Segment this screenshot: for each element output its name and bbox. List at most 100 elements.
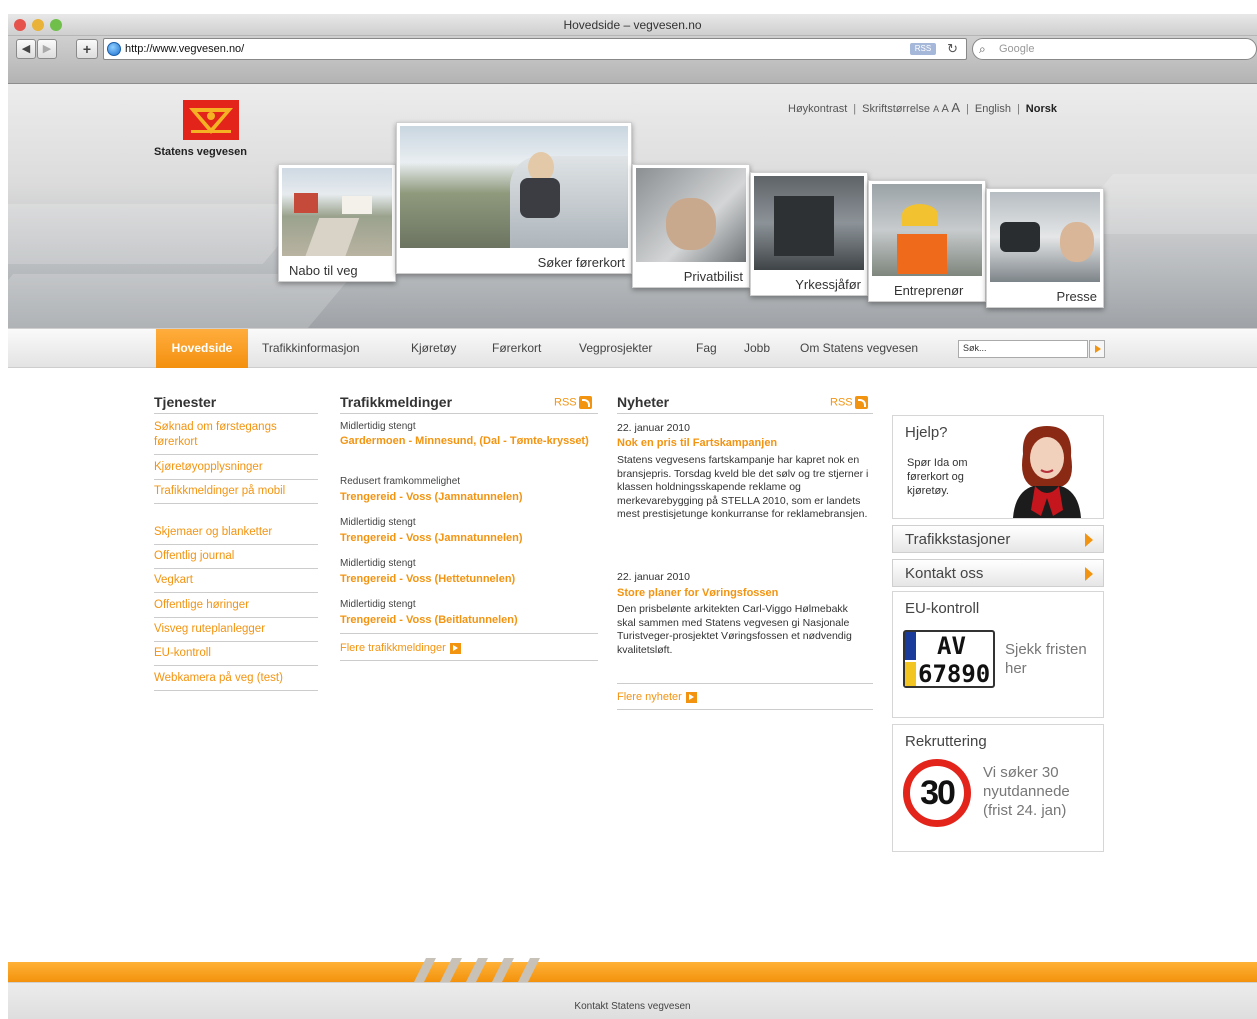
- service-link[interactable]: Visveg ruteplanlegger: [154, 622, 318, 642]
- traffic-status: Redusert framkommelighet: [340, 476, 461, 487]
- divider: [340, 660, 598, 661]
- nyheter-rss-link[interactable]: RSS: [830, 396, 868, 409]
- rekruttering-text: Vi søker 30 nyutdannede (frist 24. jan): [983, 764, 1070, 819]
- web-page: Statens vegvesen Høykontrast | Skriftstørr…: [8, 84, 1257, 1019]
- service-link[interactable]: Webkamera på veg (test): [154, 671, 318, 691]
- hero-caption: Privatbilist: [683, 269, 743, 284]
- news-body: Statens vegvesens fartskampanje har kapr…: [617, 454, 869, 520]
- reload-icon[interactable]: ↻: [947, 41, 958, 57]
- hero-tile-presse[interactable]: Presse: [986, 188, 1104, 308]
- plate-bottom-text: 67890: [918, 660, 991, 688]
- plate-sticker-icon: [905, 662, 916, 686]
- news-date: 22. januar 2010: [617, 422, 690, 434]
- hero-caption: Søker førerkort: [537, 255, 625, 270]
- nav-jobb[interactable]: Jobb: [744, 329, 770, 368]
- trafikkstasjoner-button[interactable]: Trafikkstasjoner: [892, 525, 1104, 553]
- nav-kjoretoy[interactable]: Kjøretøy: [411, 329, 456, 368]
- service-link[interactable]: Offentlige høringer: [154, 598, 318, 618]
- font-size-medium[interactable]: A: [942, 103, 949, 115]
- hero-tile-entreprenor[interactable]: Entreprenør: [868, 180, 986, 302]
- divider: [340, 633, 598, 634]
- hero-tile-forerkort[interactable]: Søker førerkort: [396, 122, 632, 274]
- rss-label: RSS: [554, 396, 577, 409]
- traffic-status: Midlertidig stengt: [340, 599, 416, 610]
- service-link[interactable]: EU-kontroll: [154, 646, 318, 666]
- eu-kontroll-text: Sjekk fristen her: [1005, 641, 1087, 677]
- hjelp-text: Spør Ida om førerkort og kjøretøy.: [907, 457, 968, 497]
- top-links: Høykontrast | Skriftstørrelse A A A | Englis…: [788, 100, 1057, 115]
- divider: [617, 683, 873, 684]
- hjelp-box[interactable]: Hjelp? Spør Ida om førerkort og kjøretøy…: [892, 415, 1104, 519]
- nyheter-heading: Nyheter: [617, 394, 670, 410]
- nav-vegprosjekter[interactable]: Vegprosjekter: [579, 329, 652, 368]
- hero-caption: Entreprenør: [894, 283, 964, 298]
- hero-caption: Yrkessjåfør: [795, 277, 861, 292]
- eu-kontroll-box[interactable]: EU-kontroll AV 67890 Sjekk fristen her: [892, 591, 1104, 718]
- traffic-link[interactable]: Trengereid - Voss (Jamnatunnelen): [340, 490, 590, 505]
- url-text: http://www.vegvesen.no/: [125, 43, 245, 55]
- back-arrow-icon: ◀: [21, 43, 31, 55]
- service-link[interactable]: Vegkart: [154, 573, 318, 593]
- statens-vegvesen-logo[interactable]: [183, 100, 239, 140]
- service-link[interactable]: Offentlig journal: [154, 549, 318, 569]
- font-size-small[interactable]: A: [933, 104, 939, 114]
- site-search-button[interactable]: [1089, 340, 1105, 358]
- hero-tile-nabo[interactable]: Nabo til veg: [278, 164, 396, 282]
- truck-photo: [754, 176, 864, 270]
- traffic-link[interactable]: Trengereid - Voss (Beitlatunnelen): [340, 613, 590, 628]
- high-contrast-link[interactable]: Høykontrast: [788, 103, 847, 115]
- eu-kontroll-title: EU-kontroll: [905, 600, 980, 617]
- more-news-label: Flere nyheter: [617, 691, 682, 703]
- footer: Kontakt Statens vegvesen: [8, 982, 1257, 1019]
- car-driver-photo: [636, 168, 746, 262]
- kontakt-oss-button[interactable]: Kontakt oss: [892, 559, 1104, 587]
- address-bar[interactable]: http://www.vegvesen.no/ RSS ↻: [103, 38, 967, 60]
- decor-stripe: [8, 204, 314, 264]
- nav-om-statens-vegvesen[interactable]: Om Statens vegvesen: [800, 329, 918, 368]
- eu-flag-icon: [905, 632, 916, 660]
- browser-search-placeholder: Google: [999, 43, 1035, 55]
- road-marking-decoration: [414, 958, 540, 982]
- news-title[interactable]: Nok en pris til Fartskampanjen: [617, 437, 777, 449]
- arrow-right-icon: [449, 642, 461, 654]
- traffic-link[interactable]: Gardermoen - Minnesund, (Dal - Tømte-kry…: [340, 434, 590, 449]
- service-link[interactable]: Søknad om førstegangs førerkort: [154, 420, 318, 455]
- nav-fag[interactable]: Fag: [696, 329, 717, 368]
- rss-label: RSS: [830, 396, 853, 409]
- divider: [340, 413, 598, 414]
- traffic-link[interactable]: Trengereid - Voss (Hettetunnelen): [340, 572, 590, 587]
- tjenester-heading: Tjenester: [154, 394, 217, 410]
- main-navigation: Hovedside Trafikkinformasjon Kjøretøy Fø…: [8, 328, 1257, 368]
- trafikkmeldinger-heading: Trafikkmeldinger: [340, 394, 453, 410]
- font-size-large[interactable]: A: [951, 100, 960, 115]
- forward-button[interactable]: ▶: [37, 39, 57, 59]
- service-link[interactable]: Skjemaer og blanketter: [154, 525, 318, 545]
- hero-tile-privatbilist[interactable]: Privatbilist: [632, 164, 750, 288]
- footer-contact-link[interactable]: Kontakt Statens vegvesen: [574, 1001, 690, 1012]
- nav-hovedside[interactable]: Hovedside: [156, 329, 248, 368]
- traffic-status: Midlertidig stengt: [340, 558, 416, 569]
- nav-forerkort[interactable]: Førerkort: [492, 329, 541, 368]
- more-news-link[interactable]: Flere nyheter: [617, 691, 697, 703]
- back-button[interactable]: ◀: [16, 39, 36, 59]
- rss-badge[interactable]: RSS: [910, 43, 936, 55]
- nav-trafikkinformasjon[interactable]: Trafikkinformasjon: [262, 329, 360, 368]
- footer-bar: [8, 958, 1257, 982]
- rekruttering-box[interactable]: Rekruttering 30 Vi søker 30 nyutdannede …: [892, 724, 1104, 852]
- hero-banner: Statens vegvesen Høykontrast | Skriftstørr…: [8, 84, 1257, 329]
- english-link[interactable]: English: [975, 103, 1011, 115]
- road-photo: [282, 168, 392, 256]
- more-traffic-link[interactable]: Flere trafikkmeldinger: [340, 642, 461, 654]
- site-search-input[interactable]: Søk...: [958, 340, 1088, 358]
- service-link[interactable]: Kjøretøyopplysninger: [154, 460, 318, 480]
- hero-tile-yrkessjafor[interactable]: Yrkessjåfør: [750, 172, 868, 296]
- norsk-link[interactable]: Norsk: [1026, 103, 1057, 115]
- service-link[interactable]: Trafikkmeldinger på mobil: [154, 484, 318, 504]
- browser-window: Hovedside – vegvesen.no ◀ ▶ + http://www…: [0, 0, 1257, 1019]
- news-title[interactable]: Store planer for Vøringsfossen: [617, 587, 778, 599]
- browser-search-field[interactable]: ⌕ Google: [972, 38, 1257, 60]
- workers-photo: [872, 184, 982, 276]
- trafikk-rss-link[interactable]: RSS: [554, 396, 592, 409]
- traffic-link[interactable]: Trengereid - Voss (Jamnatunnelen): [340, 531, 590, 546]
- add-bookmark-button[interactable]: +: [76, 39, 98, 59]
